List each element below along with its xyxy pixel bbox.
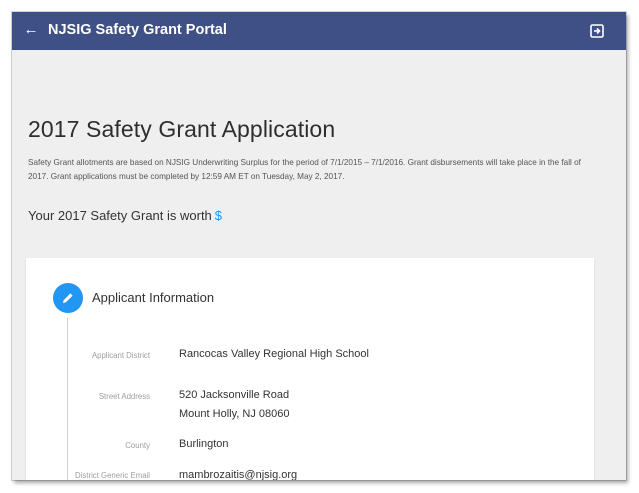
top-app-bar: ← NJSIG Safety Grant Portal [12,12,626,50]
pencil-icon[interactable] [53,283,83,313]
applicant-information-card: Applicant Information Applicant District… [26,258,594,480]
section-timeline-line [67,318,68,480]
portal-title: NJSIG Safety Grant Portal [48,22,227,38]
field-value-street-address-line2: Mount Holly, NJ 08060 [179,408,290,420]
intro-text: Safety Grant allotments are based on NJS… [28,158,581,181]
logout-icon[interactable] [588,22,606,40]
field-value-county: Burlington [179,438,229,450]
page-title: 2017 Safety Grant Application [28,116,336,142]
app-window: ← NJSIG Safety Grant Portal 2017 Safety … [12,12,626,480]
grant-amount: $ [214,208,223,223]
back-arrow-icon[interactable]: ← [23,22,39,38]
section-title: Applicant Information [92,290,215,305]
field-value-district-generic-email: mambrozaitis@njsig.org [179,469,298,480]
field-value-street-address-line1: 520 Jacksonville Road [179,389,290,401]
grant-worth-label: Your 2017 Safety Grant is worth [28,208,212,223]
grant-worth-line: Your 2017 Safety Grant is worth $ [28,208,222,223]
field-label-street-address: Street Address [98,392,150,401]
field-label-district-generic-email: District Generic Email [75,471,150,480]
field-value-applicant-district: Rancocas Valley Regional High School [179,348,369,360]
field-label-applicant-district: Applicant District [91,351,150,360]
field-label-county: County [125,441,150,450]
